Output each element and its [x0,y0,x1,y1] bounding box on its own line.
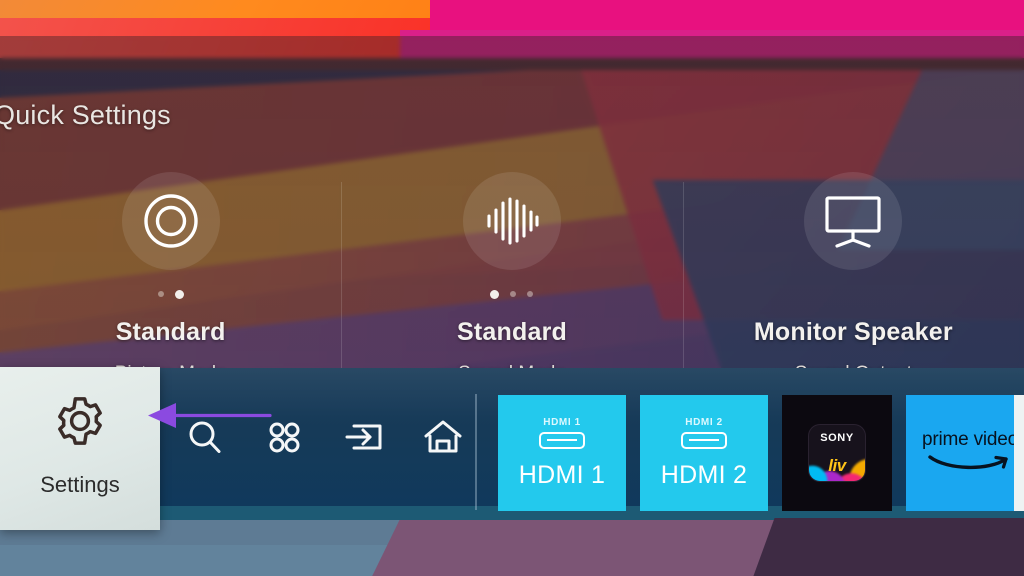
sound-output-value: Monitor Speaker [753,318,953,346]
app-tile-hdmi-2[interactable]: HDMI 2 HDMI 2 [640,395,768,511]
quick-setting-sound-output[interactable]: Monitor Speaker Sound Output [682,156,1024,404]
quick-setting-sound-mode[interactable]: Standard Sound Mode [341,156,682,404]
picture-mode-value: Standard [115,318,226,346]
prime-video-title: prime video [921,429,1018,450]
source-input-icon[interactable] [341,411,387,463]
bar-divider [475,394,477,510]
amazon-smile-icon [927,452,1013,477]
hdmi-2-small-label: HDMI 2 [685,416,723,428]
picture-mode-page-dots [157,286,184,302]
sound-mode-value: Standard [457,318,567,346]
hdmi-2-title: HDMI 2 [660,460,748,489]
sony-brand-text: SONY [820,432,854,444]
app-tiles: HDMI 1 HDMI 1 HDMI 2 HDMI 2 SONY liv pri… [498,395,1024,511]
annotation-arrow [148,403,272,428]
app-tile-partial-next[interactable] [1014,395,1024,511]
sound-mode-page-dots [490,286,534,302]
page-title: Quick Settings [0,100,171,130]
hdmi-1-title: HDMI 1 [518,460,606,489]
picture-mode-icon [121,172,220,270]
settings-label: Settings [40,472,120,497]
sound-output-monitor-icon [804,172,903,270]
home-icon[interactable] [421,411,467,463]
tv-screen: Quick Settings Standard Picture Mode [0,0,1024,576]
sony-liv-logo: SONY liv [809,425,865,481]
quick-settings-panel: Quick Settings Standard Picture Mode [0,36,1024,384]
app-tile-prime-video[interactable]: prime video [906,395,1024,511]
app-tile-sony-liv[interactable]: SONY liv [782,395,892,511]
hdmi-port-icon [681,431,727,449]
app-tile-hdmi-1[interactable]: HDMI 1 HDMI 1 [498,395,626,511]
gear-icon [52,393,108,454]
hdmi-1-small-label: HDMI 1 [543,416,581,428]
sony-liv-text: liv [828,456,846,475]
hdmi-port-icon [539,431,585,449]
sound-mode-equalizer-icon [462,172,561,270]
settings-button[interactable]: Settings [0,367,160,530]
